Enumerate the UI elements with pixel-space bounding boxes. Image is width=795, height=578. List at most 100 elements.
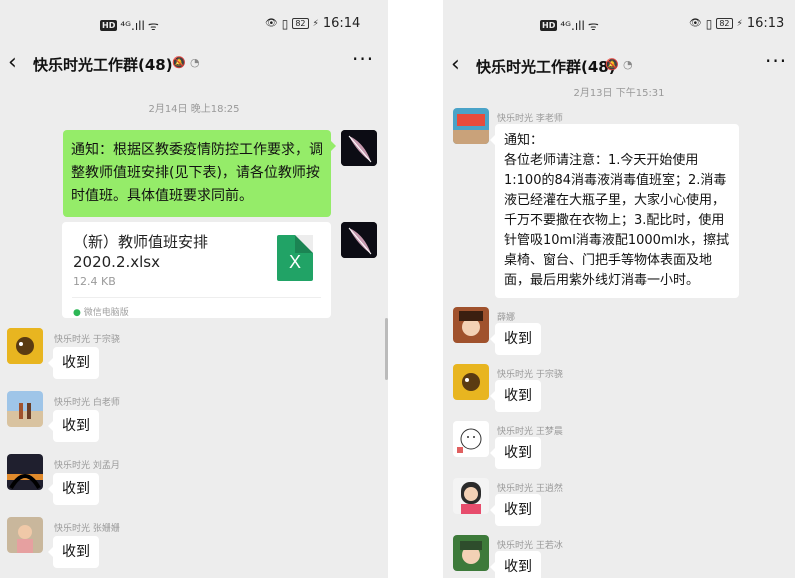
notice-message-bubble[interactable]: 通知： 各位老师请注意：1.今天开始使用1:100的84消毒液消毒值班室；2.消…: [490, 124, 739, 298]
own-avatar[interactable]: [341, 222, 377, 258]
message-text: 收到: [62, 355, 90, 371]
earpiece-icon: ◔: [623, 58, 633, 71]
message-text: 收到: [504, 331, 532, 347]
signal-icon: ⁴ᴳ.ıll: [560, 18, 585, 33]
sender-avatar[interactable]: [7, 391, 43, 427]
own-message-bubble[interactable]: 通知：根据区教委疫情防控工作要求，调整教师值班安排(见下表)，请各位教师按时值班…: [63, 130, 336, 217]
sender-avatar[interactable]: [7, 454, 43, 490]
clock: 16:14: [322, 16, 361, 31]
vibrate-icon: ▯: [705, 16, 713, 31]
portrait-avatar-icon: [453, 478, 489, 514]
girl-avatar-icon: [453, 307, 489, 343]
wechat-pc-icon: ●: [73, 308, 81, 318]
message-bubble[interactable]: 收到: [490, 380, 541, 412]
file-card-divider: [72, 297, 321, 298]
feather-avatar-icon: [341, 222, 377, 258]
chat-screen-left: HD ⁴ᴳ.ıll ᯤ 👁 ▯ 82 ⚡ 16:14 ‹ 快乐时光工作群(48)…: [0, 0, 388, 578]
child-avatar-icon: [7, 517, 43, 553]
file-message-card[interactable]: （新）教师值班安排 2020.2.xlsx 12.4 KB X ● 微信电脑版: [62, 222, 331, 318]
sender-avatar[interactable]: [453, 421, 489, 457]
sender-name: 快乐时光 李老师: [497, 114, 563, 124]
file-name: （新）教师值班安排 2020.2.xlsx: [73, 233, 209, 271]
sender-avatar[interactable]: [453, 108, 489, 144]
sender-name: 快乐时光 于宗骁: [54, 335, 120, 345]
hd-icon: HD: [540, 20, 558, 31]
classroom-avatar-icon: [453, 108, 489, 144]
more-options-icon[interactable]: ···: [352, 47, 374, 71]
message-bubble[interactable]: 收到: [490, 551, 541, 578]
excel-icon-letter: X: [288, 251, 301, 272]
feather-avatar-icon: [341, 130, 377, 166]
clock: 16:13: [746, 16, 785, 31]
status-right: 👁 ▯ 82 ⚡ 16:13: [689, 16, 784, 31]
status-bar: HD ⁴ᴳ.ıll ᯤ 👁 ▯ 82 ⚡ 16:13: [443, 0, 795, 50]
message-bubble[interactable]: 收到: [490, 437, 541, 469]
sender-avatar[interactable]: [7, 328, 43, 364]
sender-avatar[interactable]: [453, 535, 489, 571]
chat-title: 快乐时光工作群(48): [33, 56, 173, 74]
status-right: 👁 ▯ 82 ⚡ 16:14: [265, 16, 360, 31]
battery-icon: 82: [716, 18, 733, 29]
more-options-icon[interactable]: ···: [765, 49, 787, 73]
message-bubble[interactable]: 收到: [48, 536, 99, 568]
chat-screen-right: HD ⁴ᴳ.ıll ᯤ 👁 ▯ 82 ⚡ 16:13 ‹ 快乐时光工作群(48)…: [443, 0, 795, 578]
file-source-label: 微信电脑版: [83, 308, 129, 318]
mute-icon: 🔕: [172, 56, 186, 69]
own-avatar[interactable]: [341, 130, 377, 166]
message-bubble[interactable]: 收到: [490, 323, 541, 355]
network-indicator: HD ⁴ᴳ.ıll ᯤ: [540, 17, 599, 34]
hd-icon: HD: [100, 20, 118, 31]
message-text: 收到: [504, 559, 532, 575]
message-text: 收到: [504, 388, 532, 404]
wifi-icon: ᯤ: [147, 19, 159, 33]
sender-name: 快乐时光 张姗姗: [54, 524, 120, 534]
wifi-icon: ᯤ: [587, 19, 599, 33]
charging-icon: ⚡: [736, 18, 743, 29]
sunflower-avatar-icon: [7, 328, 43, 364]
sender-avatar[interactable]: [453, 307, 489, 343]
sender-avatar[interactable]: [453, 364, 489, 400]
message-bubble[interactable]: 收到: [490, 494, 541, 526]
child-hat-avatar-icon: [453, 535, 489, 571]
message-text: 收到: [62, 418, 90, 434]
vibrate-icon: ▯: [281, 16, 289, 31]
screenshot-gap: [388, 0, 443, 578]
beach-couple-avatar-icon: [7, 391, 43, 427]
notice-heading: 通知：: [504, 133, 544, 148]
chat-header: ‹ 快乐时光工作群(48) 🔕 ◔ ···: [0, 45, 388, 83]
sender-name: 快乐时光 王梦晨: [497, 427, 563, 437]
notice-body: 各位老师请注意：1.今天开始使用1:100的84消毒液消毒值班室；2.消毒液已经…: [504, 153, 730, 288]
sunset-avatar-icon: [7, 454, 43, 490]
mute-icon: 🔕: [605, 58, 619, 71]
sender-avatar[interactable]: [7, 517, 43, 553]
eye-comfort-icon: 👁: [689, 18, 702, 29]
sunflower-avatar-icon: [453, 364, 489, 400]
chat-title: 快乐时光工作群(48): [476, 58, 616, 76]
signal-icon: ⁴ᴳ.ıll: [120, 18, 145, 33]
message-text: 收到: [504, 445, 532, 461]
earpiece-icon: ◔: [190, 56, 200, 69]
status-bar: HD ⁴ᴳ.ıll ᯤ 👁 ▯ 82 ⚡ 16:14: [0, 0, 388, 50]
message-bubble[interactable]: 收到: [48, 347, 99, 379]
file-size: 12.4 KB: [73, 275, 116, 288]
sender-name: 快乐时光 刘孟月: [54, 461, 120, 471]
sender-name: 快乐时光 王逍然: [497, 484, 563, 494]
own-message-text: 通知：根据区教委疫情防控工作要求，调整教师值班安排(见下表)，请各位教师按时值班…: [71, 142, 323, 204]
message-text: 收到: [62, 544, 90, 560]
eye-comfort-icon: 👁: [265, 18, 278, 29]
charging-icon: ⚡: [312, 18, 319, 29]
sketch-avatar-icon: [453, 421, 489, 457]
sender-name: 薛娜: [497, 313, 516, 323]
message-bubble[interactable]: 收到: [48, 473, 99, 505]
message-text: 收到: [504, 502, 532, 518]
message-timestamp: 2月13日 下午15:31: [573, 88, 665, 99]
message-bubble[interactable]: 收到: [48, 410, 99, 442]
file-source: ● 微信电脑版: [73, 305, 129, 318]
sender-name: 快乐时光 王若冰: [497, 541, 563, 551]
sender-name: 快乐时光 于宗骁: [497, 370, 563, 380]
network-indicator: HD ⁴ᴳ.ıll ᯤ: [100, 17, 159, 34]
chat-header: ‹ 快乐时光工作群(48) 🔕 ◔ ···: [443, 47, 795, 85]
sender-avatar[interactable]: [453, 478, 489, 514]
back-arrow-icon[interactable]: ‹: [451, 51, 460, 79]
back-arrow-icon[interactable]: ‹: [8, 49, 17, 77]
